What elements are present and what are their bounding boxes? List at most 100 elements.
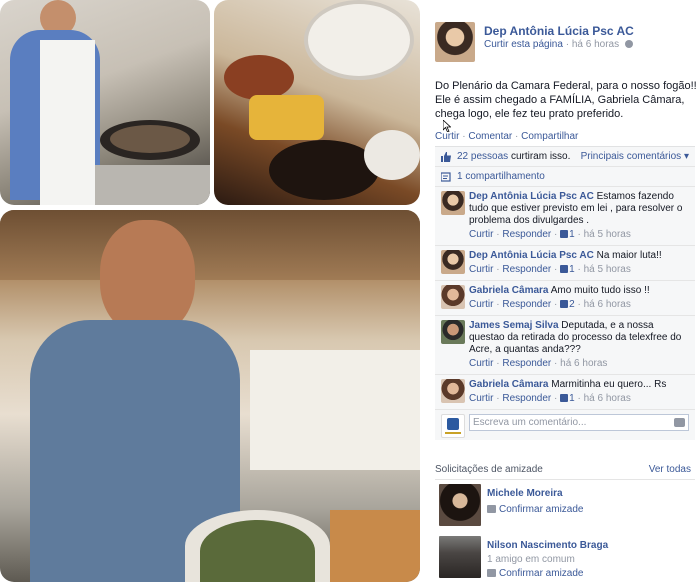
comment-button[interactable]: Comentar xyxy=(468,131,512,142)
chevron-down-icon: ▾ xyxy=(683,151,689,162)
confirm-friend-button[interactable]: Confirmar amizade xyxy=(487,568,583,579)
post-actions: Curtir · Comentar · Compartilhar xyxy=(435,131,579,142)
author-avatar[interactable] xyxy=(435,22,475,62)
comment-actions: Curtir · Responder · 1 · há 6 horas xyxy=(469,393,631,404)
like-button[interactable]: Curtir xyxy=(435,131,459,142)
author-name[interactable]: Dep Antônia Lúcia Psc AC xyxy=(484,24,634,38)
thumbs-up-icon xyxy=(560,230,569,238)
thumbs-up-icon xyxy=(560,394,569,402)
shares-row: 1 compartilhamento xyxy=(435,167,695,187)
confirm-label: Confirmar amizade xyxy=(499,504,584,515)
commenter-name[interactable]: Dep Antônia Lúcia Psc AC xyxy=(469,191,594,202)
comment-time[interactable]: há 5 horas xyxy=(584,229,631,240)
share-button[interactable]: Compartilhar xyxy=(521,131,578,142)
comment-reply-button[interactable]: Responder xyxy=(502,299,551,310)
feedback-section: 22 pessoas curtiram isso. Principais com… xyxy=(435,146,695,440)
comment-time[interactable]: há 6 horas xyxy=(584,299,631,310)
comment-actions: Curtir · Responder · 1 · há 5 horas xyxy=(469,229,631,240)
comment-input[interactable] xyxy=(469,414,689,431)
comment-body: Dep Antônia Lúcia Psc AC Estamos fazendo… xyxy=(469,191,689,227)
photo-food-table xyxy=(214,0,420,205)
comment-item: James Semaj Silva Deputada, e a nossa qu… xyxy=(435,316,695,375)
globe-icon xyxy=(624,40,633,48)
friend-request-item: Nilson Nascimento Braga 1 amigo em comum… xyxy=(435,536,695,582)
likes-row: 22 pessoas curtiram isso. Principais com… xyxy=(435,147,695,167)
commenter-avatar[interactable] xyxy=(441,320,465,344)
add-friend-icon xyxy=(487,569,496,577)
shares-link[interactable]: 1 compartilhamento xyxy=(457,171,545,182)
post-text: Do Plenário da Camara Federal, para o no… xyxy=(435,80,697,120)
friend-avatar[interactable] xyxy=(439,484,481,526)
like-page-link[interactable]: Curtir esta página xyxy=(484,39,563,50)
photo-collage xyxy=(0,0,420,582)
comment-time[interactable]: há 6 horas xyxy=(584,393,631,404)
friend-requests-header: Solicitações de amizade Ver todas xyxy=(435,460,695,480)
post-time[interactable]: há 6 horas xyxy=(572,39,619,50)
see-all-link[interactable]: Ver todas xyxy=(649,464,691,475)
comment-like-button[interactable]: Curtir xyxy=(469,393,493,404)
commenter-name[interactable]: Gabriela Câmara xyxy=(469,379,549,390)
commenter-name[interactable]: James Semaj Silva xyxy=(469,320,559,331)
confirm-label: Confirmar amizade xyxy=(499,568,584,579)
commenter-avatar[interactable] xyxy=(441,191,465,215)
confirm-friend-button[interactable]: Confirmar amizade xyxy=(487,504,583,515)
post-meta: Curtir esta página · há 6 horas xyxy=(484,39,633,50)
comment-body: Gabriela Câmara Amo muito tudo isso !! xyxy=(469,285,689,297)
comment-text: Amo muito tudo isso !! xyxy=(550,285,650,296)
comment-actions: Curtir · Responder · 1 · há 5 horas xyxy=(469,264,631,275)
camera-icon[interactable] xyxy=(674,418,685,427)
comment-like-button[interactable]: Curtir xyxy=(469,264,493,275)
comment-like-count[interactable]: 1 xyxy=(569,393,575,404)
commenter-avatar[interactable] xyxy=(441,285,465,309)
mutual-friends[interactable]: 1 amigo em comum xyxy=(487,554,575,565)
photo-man-with-dish xyxy=(0,210,420,582)
comment-like-count[interactable]: 1 xyxy=(569,229,575,240)
comment-like-button[interactable]: Curtir xyxy=(469,299,493,310)
likes-suffix: curtiram isso. xyxy=(510,151,571,162)
friend-requests-title: Solicitações de amizade xyxy=(435,464,543,475)
share-icon xyxy=(441,172,451,182)
add-friend-icon xyxy=(487,505,496,513)
friend-requests: Solicitações de amizade Ver todas Michel… xyxy=(435,460,695,582)
viewer-avatar xyxy=(441,414,465,438)
top-comments-label: Principais comentários xyxy=(580,151,682,162)
comment-reply-button[interactable]: Responder xyxy=(502,264,551,275)
comment-reply-button[interactable]: Responder xyxy=(502,229,551,240)
mouse-cursor-icon xyxy=(443,120,451,132)
thumbs-up-icon xyxy=(560,300,569,308)
photo-viewer[interactable] xyxy=(0,0,420,582)
comment-text: Na maior luta!! xyxy=(596,250,662,261)
comment-item: Dep Antônia Lúcia Psc AC Na maior luta!!… xyxy=(435,246,695,281)
commenter-name[interactable]: Dep Antônia Lúcia Psc AC xyxy=(469,250,594,261)
commenter-avatar[interactable] xyxy=(441,379,465,403)
comment-like-button[interactable]: Curtir xyxy=(469,358,493,369)
thumbs-up-icon xyxy=(560,265,569,273)
comment-item: Gabriela Câmara Marmitinha eu quero... R… xyxy=(435,375,695,410)
comment-like-count[interactable]: 2 xyxy=(569,299,575,310)
comment-reply-button[interactable]: Responder xyxy=(502,393,551,404)
friend-request-item: Michele Moreira Confirmar amizade xyxy=(435,484,695,532)
friend-name[interactable]: Michele Moreira xyxy=(487,488,563,499)
comment-body: Dep Antônia Lúcia Psc AC Na maior luta!! xyxy=(469,250,689,262)
photo-man-cooking xyxy=(0,0,210,205)
comment-time[interactable]: há 5 horas xyxy=(584,264,631,275)
comment-time[interactable]: há 6 horas xyxy=(560,358,607,369)
top-comments-dropdown[interactable]: Principais comentários ▾ xyxy=(581,151,689,163)
comment-list: Dep Antônia Lúcia Psc AC Estamos fazendo… xyxy=(435,187,695,410)
comment-like-count[interactable]: 1 xyxy=(569,264,575,275)
comment-item: Gabriela Câmara Amo muito tudo isso !! Cu… xyxy=(435,281,695,316)
likes-count-link[interactable]: 22 pessoas xyxy=(457,151,508,162)
write-comment-row xyxy=(435,410,695,440)
comment-body: Gabriela Câmara Marmitinha eu quero... R… xyxy=(469,379,689,391)
comment-like-button[interactable]: Curtir xyxy=(469,229,493,240)
comment-body: James Semaj Silva Deputada, e a nossa qu… xyxy=(469,320,689,356)
thumbs-up-icon xyxy=(441,152,451,162)
commenter-name[interactable]: Gabriela Câmara xyxy=(469,285,549,296)
comment-reply-button[interactable]: Responder xyxy=(502,358,551,369)
comment-actions: Curtir · Responder · 2 · há 6 horas xyxy=(469,299,631,310)
friend-name[interactable]: Nilson Nascimento Braga xyxy=(487,540,608,551)
comment-text: Marmitinha eu quero... Rs xyxy=(551,379,667,390)
friend-avatar[interactable] xyxy=(439,536,481,578)
comment-item: Dep Antônia Lúcia Psc AC Estamos fazendo… xyxy=(435,187,695,246)
commenter-avatar[interactable] xyxy=(441,250,465,274)
